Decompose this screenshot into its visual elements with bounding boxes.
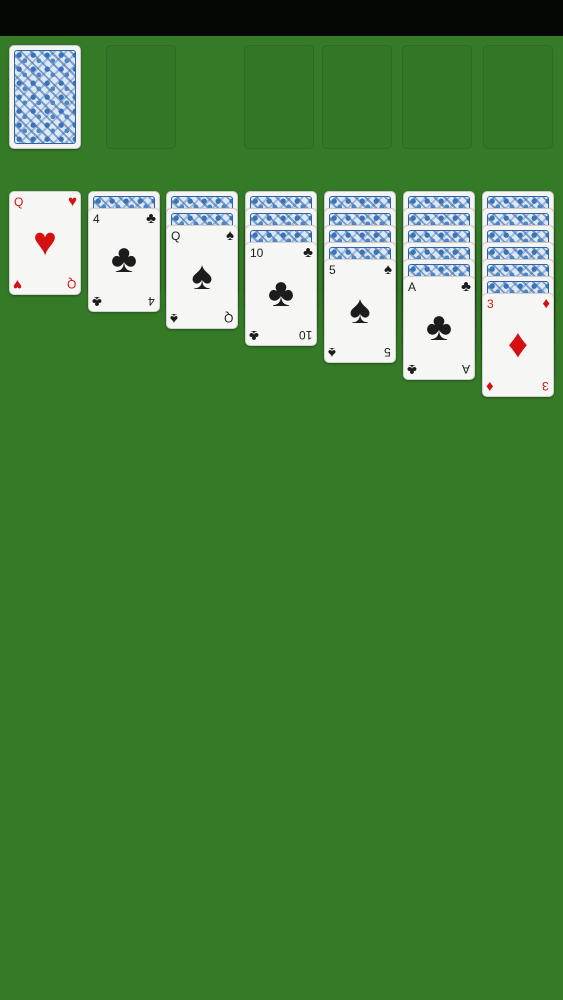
tableau-3-face-up-card[interactable]: Q ♠ ♠ ♠ Q: [166, 225, 238, 329]
suit-icon-bottom: ♠: [170, 310, 178, 327]
card-rank-top: A: [408, 280, 417, 294]
suit-icon-bottom: ♠: [328, 344, 336, 361]
status-bar: [0, 0, 563, 36]
suit-icon-bottom: ♣: [249, 327, 259, 344]
tableau-6-face-up-card[interactable]: A ♣ ♣ ♣ A: [403, 276, 475, 380]
suit-icon-center: ♠: [191, 254, 213, 298]
suit-icon-center: ♦: [507, 322, 529, 366]
suit-icon-top: ♠: [384, 261, 392, 278]
tableau-4-face-up-card[interactable]: 10 ♣ ♣ ♣ 10: [245, 242, 317, 346]
suit-icon-top: ♣: [303, 244, 313, 261]
suit-icon-bottom: ♦: [486, 378, 494, 395]
suit-icon-top: ♥: [68, 193, 77, 210]
card-rank-bottom: 4: [148, 294, 155, 308]
suit-icon-center: ♣: [110, 237, 138, 281]
suit-icon-bottom: ♣: [92, 293, 102, 310]
suit-icon-center: ♥: [33, 220, 57, 264]
card-back-pattern: [14, 50, 76, 144]
suit-icon-center: ♣: [267, 271, 295, 315]
card-rank-bottom: Q: [223, 311, 233, 325]
card-rank-top: 5: [329, 263, 336, 277]
suit-icon-bottom: ♣: [407, 361, 417, 378]
suit-icon-bottom: ♥: [13, 276, 22, 293]
foundation-slot-1[interactable]: [244, 45, 314, 149]
suit-icon-center: ♠: [349, 288, 371, 332]
suit-icon-top: ♠: [226, 227, 234, 244]
tableau-1-face-up-card[interactable]: Q ♥ ♥ ♥ Q: [9, 191, 81, 295]
tableau-7-face-up-card[interactable]: 3 ♦ ♦ ♦ 3: [482, 293, 554, 397]
tableau-5-face-up-card[interactable]: 5 ♠ ♠ ♠ 5: [324, 259, 396, 363]
stock-pile[interactable]: [9, 45, 81, 149]
card-rank-top: 10: [250, 246, 264, 260]
foundation-slot-4[interactable]: [483, 45, 553, 149]
tableau-2-face-up-card[interactable]: 4 ♣ ♣ ♣ 4: [88, 208, 160, 312]
card-rank-top: Q: [14, 195, 24, 209]
suit-icon-top: ♣: [146, 210, 156, 227]
card-rank-top: Q: [171, 229, 181, 243]
card-rank-bottom: Q: [66, 277, 76, 291]
card-rank-top: 4: [93, 212, 100, 226]
suit-icon-top: ♣: [461, 278, 471, 295]
card-rank-bottom: A: [461, 362, 470, 376]
suit-icon-top: ♦: [542, 295, 550, 312]
card-rank-top: 3: [487, 297, 494, 311]
card-rank-bottom: 3: [542, 379, 549, 393]
foundation-slot-2[interactable]: [322, 45, 392, 149]
waste-slot[interactable]: [106, 45, 176, 149]
game-table: Q ♥ ♥ ♥ Q 4 ♣ ♣ ♣ 4 Q ♠ ♠ ♠ Q 10 ♣ ♣ ♣ 10 5 ♠ ♠ ♠ 5 A ♣ ♣ ♣ A 3 ♦ ♦ ♦ 3: [0, 36, 563, 1000]
foundation-slot-3[interactable]: [402, 45, 472, 149]
card-rank-bottom: 10: [298, 328, 312, 342]
card-rank-bottom: 5: [384, 345, 391, 359]
suit-icon-center: ♣: [425, 305, 453, 349]
